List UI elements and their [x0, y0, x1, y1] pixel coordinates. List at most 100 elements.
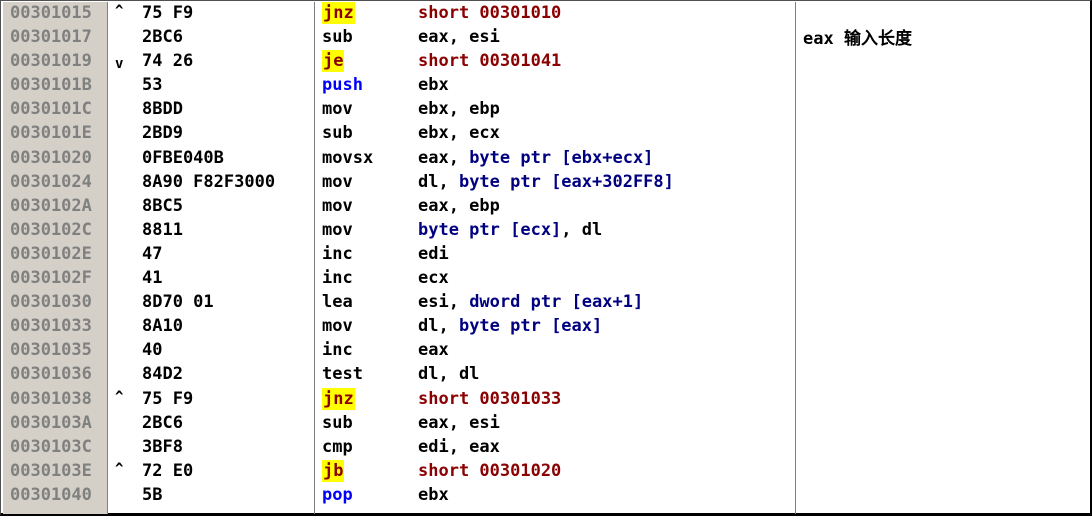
mnemonic-cell: push [322, 75, 363, 96]
mnemonic-cell: mov [322, 99, 353, 120]
hex-bytes-cell: 75 F9 [142, 388, 194, 409]
operands-cell: ecx [418, 266, 449, 290]
operands-cell: ebx [418, 73, 449, 97]
hex-bytes-cell: 84D2 [142, 364, 183, 385]
instruction-row[interactable]: 00301033 8A10 mov dl, byte ptr [eax] [1, 314, 796, 338]
operand-text: esi, [418, 292, 470, 313]
jump-up-arrow-icon: ^ [115, 3, 124, 19]
mnemonic-cell: jnz [322, 387, 355, 410]
hex-bytes-cell: 2BD9 [142, 123, 183, 144]
instruction-row[interactable]: 00301035 40 inc eax [1, 338, 796, 362]
address-cell: 00301019 [10, 51, 92, 72]
hex-bytes-cell: 8811 [142, 219, 183, 240]
operand-text: eax [418, 340, 449, 361]
instruction-row[interactable]: 00301019 v 74 26 je short 00301041 [1, 49, 796, 73]
instruction-list: 00301015 ^ 75 F9 jnz short 00301010 00301017 2… [1, 1, 796, 507]
operand-text: eax, ebp [418, 195, 500, 216]
address-cell: 00301040 [10, 484, 92, 505]
hex-bytes-cell: 0FBE040B [142, 147, 224, 168]
hex-bytes-cell: 40 [142, 340, 163, 361]
instruction-row[interactable]: 0030102A 8BC5 mov eax, ebp [1, 194, 796, 218]
memory-operand: byte ptr [ebx+ecx] [469, 147, 654, 168]
address-cell: 0030103E [10, 460, 92, 481]
operands-cell: edi [418, 242, 449, 266]
instruction-row[interactable]: 00301040 5B pop ebx [1, 483, 796, 507]
hex-bytes-cell: 74 26 [142, 51, 194, 72]
operands-cell: dl, dl [418, 362, 479, 386]
memory-operand: byte ptr [ecx] [418, 219, 562, 240]
jump-target: short 00301010 [418, 3, 562, 23]
mnemonic-cell: mov [322, 219, 353, 240]
operand-text: dl, dl [418, 364, 480, 385]
instruction-row[interactable]: 00301017 2BC6 sub eax, esi [1, 25, 796, 49]
operands-cell: eax, byte ptr [ebx+ecx] [418, 146, 653, 170]
hex-bytes-cell: 8A90 F82F3000 [142, 171, 276, 192]
instruction-row[interactable]: 00301038 ^ 75 F9 jnz short 00301033 [1, 387, 796, 411]
mnemonic-cell: inc [322, 340, 353, 361]
address-cell: 00301020 [10, 147, 92, 168]
instruction-row[interactable]: 0030101C 8BDD mov ebx, ebp [1, 97, 796, 121]
operands-cell: eax, esi [418, 25, 500, 49]
operand-text: edi, eax [418, 436, 500, 457]
instruction-row[interactable]: 00301015 ^ 75 F9 jnz short 00301010 [1, 1, 796, 25]
mnemonic-cell: cmp [322, 436, 353, 457]
address-cell: 0030101C [10, 99, 92, 120]
address-cell: 0030102C [10, 219, 92, 240]
hex-bytes-cell: 75 F9 [142, 3, 194, 23]
disassembly-pane[interactable]: 00301015 ^ 75 F9 jnz short 00301010 00301017 2… [0, 0, 1092, 516]
jump-target: short 00301020 [418, 460, 562, 481]
instruction-row[interactable]: 0030102F 41 inc ecx [1, 266, 796, 290]
operand-text: eax, [418, 147, 470, 168]
hex-bytes-cell: 8BDD [142, 99, 183, 120]
operands-cell: esi, dword ptr [eax+1] [418, 290, 643, 314]
operands-cell: short 00301041 [418, 49, 561, 73]
hex-bytes-cell: 8BC5 [142, 195, 183, 216]
operand-text: ebx, ebp [418, 99, 500, 120]
operand-text: dl, [418, 171, 459, 192]
mnemonic-cell: mov [322, 316, 353, 337]
instruction-row[interactable]: 00301020 0FBE040B movsx eax, byte ptr [ebx+… [1, 146, 796, 170]
operand-text: edi [418, 243, 449, 264]
operands-cell: ebx, ecx [418, 121, 500, 145]
instruction-row[interactable]: 0030103A 2BC6 sub eax, esi [1, 411, 796, 435]
operands-cell: eax, esi [418, 411, 500, 435]
mnemonic-cell: mov [322, 171, 353, 192]
instruction-row[interactable]: 0030102E 47 inc edi [1, 242, 796, 266]
instruction-row[interactable]: 00301030 8D70 01 lea esi, dword ptr [eax+1] [1, 290, 796, 314]
hex-bytes-cell: 72 E0 [142, 460, 194, 481]
jump-target: short 00301033 [418, 388, 562, 409]
operands-cell: dl, byte ptr [eax] [418, 314, 602, 338]
operand-text: eax, esi [418, 27, 500, 48]
hex-bytes-cell: 8A10 [142, 316, 183, 337]
address-cell: 00301033 [10, 316, 92, 337]
address-cell: 0030102E [10, 243, 92, 264]
operands-cell: eax, ebp [418, 194, 500, 218]
operand-text: ebx, ecx [418, 123, 500, 144]
instruction-row[interactable]: 0030103C 3BF8 cmp edi, eax [1, 435, 796, 459]
memory-operand: dword ptr [eax+1] [469, 292, 644, 313]
mnemonic-cell: lea [322, 292, 353, 313]
operand-text: ebx [418, 75, 449, 96]
instruction-row[interactable]: 0030102C 8811 mov byte ptr [ecx], dl [1, 218, 796, 242]
mnemonic-cell: pop [322, 484, 353, 505]
mnemonic-cell: mov [322, 195, 353, 216]
hex-bytes-cell: 2BC6 [142, 412, 183, 433]
address-cell: 0030102A [10, 195, 92, 216]
address-cell: 0030103C [10, 436, 92, 457]
instruction-row[interactable]: 0030101B 53 push ebx [1, 73, 796, 97]
address-cell: 00301017 [10, 27, 92, 48]
operands-cell: short 00301033 [418, 387, 561, 411]
operands-cell: eax [418, 338, 449, 362]
jump-up-arrow-icon: ^ [115, 388, 124, 405]
instruction-row[interactable]: 00301024 8A90 F82F3000 mov dl, byte ptr [ea… [1, 170, 796, 194]
instruction-row[interactable]: 0030103E ^ 72 E0 jb short 00301020 [1, 459, 796, 483]
address-cell: 00301035 [10, 340, 92, 361]
memory-operand: byte ptr [eax] [458, 316, 603, 337]
address-cell: 00301036 [10, 364, 92, 385]
instruction-row[interactable]: 0030101E 2BD9 sub ebx, ecx [1, 121, 796, 145]
hex-bytes-cell: 8D70 01 [142, 292, 214, 313]
hex-bytes-cell: 53 [142, 75, 163, 96]
instruction-row[interactable]: 00301036 84D2 test dl, dl [1, 362, 796, 386]
operands-cell: edi, eax [418, 435, 500, 459]
mnemonic-cell: inc [322, 268, 353, 289]
